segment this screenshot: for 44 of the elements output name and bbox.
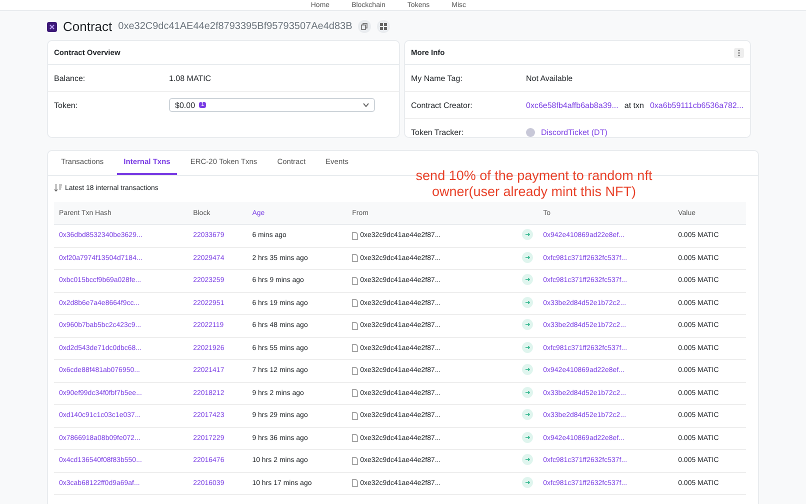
name-tag-value: Not Available [526,74,574,82]
arrow-right-icon [522,319,534,330]
arrow-right-icon [522,476,534,488]
document-icon [352,434,358,442]
token-icon [526,128,535,136]
document-icon [352,232,358,240]
arrow-right-icon [522,296,534,308]
qr-code-icon[interactable] [377,20,390,33]
document-icon [352,479,358,488]
arrow-right-icon [522,432,534,443]
arrow-right-icon [522,252,534,263]
arrow-right-icon [522,229,534,240]
copy-icon[interactable] [358,20,372,33]
field-label: Token: [54,100,79,110]
document-icon [352,366,358,375]
token-tracker-link[interactable]: DiscordTicket (DT) [541,128,608,136]
contract-address: 0xe32C9dc41AE44e2f8793395Bf95793507Ae4d83B [118,21,352,32]
arrow-right-icon [522,342,534,353]
arrow-right-icon [522,386,534,398]
field-label: Balance: [54,74,86,82]
document-icon [352,299,358,308]
balance-value: 1.08 MATIC [169,74,212,82]
arrow-right-icon [522,274,534,286]
document-icon [352,412,358,420]
page-title: Contract [63,19,112,34]
document-icon [352,389,358,398]
arrow-right-icon [522,409,534,420]
document-icon [352,456,358,465]
document-icon [352,254,358,262]
arrow-right-icon [522,364,534,376]
document-icon [352,344,358,352]
caret-icon [363,103,369,107]
contract-logo-icon [47,22,57,32]
field-label: Contract Creator: [411,100,474,110]
creator-address-link[interactable]: 0xc6e58fb4affb6ab8a39... [526,100,618,110]
field-label: My Name Tag: [411,74,464,82]
at-txn-label: at txn [624,100,644,110]
field-label: Token Tracker: [411,128,464,136]
sort-icon [54,184,62,192]
document-icon [352,322,358,330]
creation-txn-link[interactable]: 0xa6b59111cb6536a782... [650,100,744,110]
arrow-right-icon [522,454,534,466]
annotation-text: send 10% of the payment to random nft owner(user already mint this NFT) [414,168,654,200]
document-icon [352,276,358,285]
